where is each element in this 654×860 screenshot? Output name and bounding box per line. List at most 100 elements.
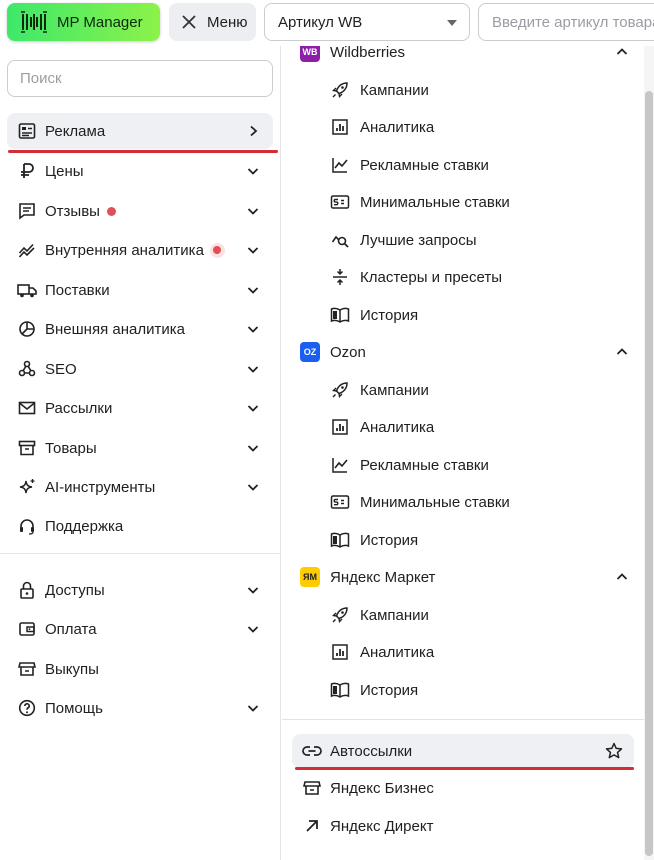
ym-analytics[interactable]: Аналитика — [330, 637, 620, 667]
ozon-min-bids[interactable]: Минимальные ставки — [330, 487, 620, 517]
link-autolinks[interactable]: Автоссылки — [292, 734, 634, 768]
submenu-item-label: История — [360, 681, 419, 699]
sidebar-search-input[interactable] — [7, 60, 273, 97]
sidebar-item-label: Отзывы — [45, 202, 100, 220]
link-label: Яндекс Бизнес — [330, 779, 434, 797]
ozon-ad-bids[interactable]: Рекламные ставки — [330, 450, 620, 480]
bar-chart-icon — [330, 117, 350, 137]
ozon-history[interactable]: История — [330, 525, 620, 555]
mail-icon — [17, 398, 37, 418]
sidebar-item-prices[interactable]: Цены — [7, 153, 273, 189]
sidebar-item-internal-analytics[interactable]: Внутренняя аналитика — [7, 232, 273, 268]
store-icon — [17, 659, 37, 679]
sidebar-divider — [0, 553, 281, 554]
ad-board-icon — [17, 121, 37, 141]
truck-icon — [17, 280, 37, 300]
rocket-icon — [330, 80, 350, 100]
group-title: Wildberries — [330, 43, 406, 61]
sidebar-item-label: Поставки — [45, 281, 110, 299]
sidebar-item-supplies[interactable]: Поставки — [7, 272, 273, 308]
wb-best-queries[interactable]: Лучшие запросы — [330, 225, 620, 255]
link-yandex-business[interactable]: Яндекс Бизнес — [292, 771, 634, 805]
submenu-item-label: Кластеры и пресеты — [360, 268, 503, 286]
submenu-item-label: Кампании — [360, 606, 429, 624]
sidebar-item-help[interactable]: Помощь — [7, 690, 273, 726]
chevron-down-icon — [245, 479, 261, 495]
submenu-item-label: Кампании — [360, 381, 429, 399]
article-search-input[interactable] — [478, 3, 654, 41]
box-icon — [17, 438, 37, 458]
submenu-item-label: Аналитика — [360, 418, 435, 436]
chevron-up-icon[interactable] — [614, 344, 630, 360]
ozon-campaigns[interactable]: Кампании — [330, 375, 620, 405]
chevron-down-icon — [245, 621, 261, 637]
menu-toggle-button[interactable]: Меню — [169, 3, 256, 41]
chevron-up-icon[interactable] — [614, 569, 630, 585]
ozon-analytics[interactable]: Аналитика — [330, 412, 620, 442]
cluster-icon — [330, 267, 350, 287]
group-ozon[interactable]: OZ Ozon — [300, 338, 630, 366]
sidebar-item-access[interactable]: Доступы — [7, 572, 273, 608]
link-yandex-direct[interactable]: Яндекс Директ — [292, 809, 634, 843]
sidebar-item-ai-tools[interactable]: AI-инструменты — [7, 469, 273, 505]
pie-icon — [17, 319, 37, 339]
ruble-icon — [17, 161, 37, 181]
submenu-item-label: Лучшие запросы — [360, 231, 477, 249]
chevron-down-icon — [245, 400, 261, 416]
sidebar-item-label: Внутренняя аналитика — [45, 241, 204, 259]
group-yandex-market[interactable]: ЯМ Яндекс Маркет — [300, 563, 630, 591]
submenu-item-label: Минимальные ставки — [360, 493, 510, 511]
notification-dot — [209, 242, 225, 258]
sidebar-item-payment[interactable]: Оплата — [7, 611, 273, 647]
chevron-down-icon — [245, 242, 261, 258]
chevron-down-icon — [245, 321, 261, 337]
search-trend-icon — [330, 230, 350, 250]
wb-ad-bids[interactable]: Рекламные ставки — [330, 150, 620, 180]
menu-label: Меню — [207, 13, 248, 31]
wb-clusters-presets[interactable]: Кластеры и пресеты — [330, 262, 620, 292]
sidebar-item-label: Доступы — [45, 581, 105, 599]
wallet-icon — [17, 619, 37, 639]
sidebar: Реклама Цены Отзывы Внутренняя аналитика — [0, 46, 281, 860]
bar-chart-icon — [330, 642, 350, 662]
sidebar-item-reviews[interactable]: Отзывы — [7, 193, 273, 229]
marketplace-select-value: Артикул WB — [278, 13, 363, 31]
app-logo-button[interactable]: MP Manager — [7, 3, 160, 41]
sidebar-item-products[interactable]: Товары — [7, 430, 273, 466]
star-icon[interactable] — [604, 741, 624, 761]
wb-campaigns[interactable]: Кампании — [330, 75, 620, 105]
top-bar: MP Manager Меню Артикул WB — [0, 0, 654, 46]
wb-analytics[interactable]: Аналитика — [330, 112, 620, 142]
sidebar-item-label: SEO — [45, 360, 77, 378]
ym-campaigns[interactable]: Кампании — [330, 600, 620, 630]
chevron-down-icon — [245, 361, 261, 377]
sidebar-item-support[interactable]: Поддержка — [7, 508, 273, 544]
sidebar-item-advertising[interactable]: Реклама — [7, 113, 273, 149]
chevron-down-icon — [245, 203, 261, 219]
chevron-up-icon[interactable] — [614, 44, 630, 60]
store-icon — [302, 778, 322, 798]
lock-icon — [17, 580, 37, 600]
submenu-item-label: История — [360, 306, 419, 324]
marketplace-select[interactable]: Артикул WB — [264, 3, 470, 41]
ym-history[interactable]: История — [330, 675, 620, 705]
chevron-down-icon — [245, 282, 261, 298]
sidebar-item-seo[interactable]: SEO — [7, 351, 273, 387]
app-name: MP Manager — [57, 13, 143, 31]
chevron-right-icon — [245, 123, 261, 139]
scrollbar-thumb[interactable] — [645, 91, 653, 856]
wb-min-bids[interactable]: Минимальные ставки — [330, 187, 620, 217]
scrollbar-track[interactable] — [644, 46, 654, 860]
link-icon — [302, 741, 322, 761]
sidebar-item-buyouts[interactable]: Выкупы — [7, 651, 273, 687]
ozon-badge: OZ — [300, 342, 320, 362]
price-tag-icon — [330, 192, 350, 212]
advertising-submenu: WB Wildberries Кампании Аналитика Реклам… — [282, 42, 654, 860]
wb-history[interactable]: История — [330, 300, 620, 330]
sidebar-item-label: Рассылки — [45, 399, 113, 417]
link-label: Яндекс Директ — [330, 817, 434, 835]
comment-icon — [17, 201, 37, 221]
sidebar-item-mailings[interactable]: Рассылки — [7, 390, 273, 426]
sidebar-item-external-analytics[interactable]: Внешняя аналитика — [7, 311, 273, 347]
close-icon — [180, 13, 198, 31]
